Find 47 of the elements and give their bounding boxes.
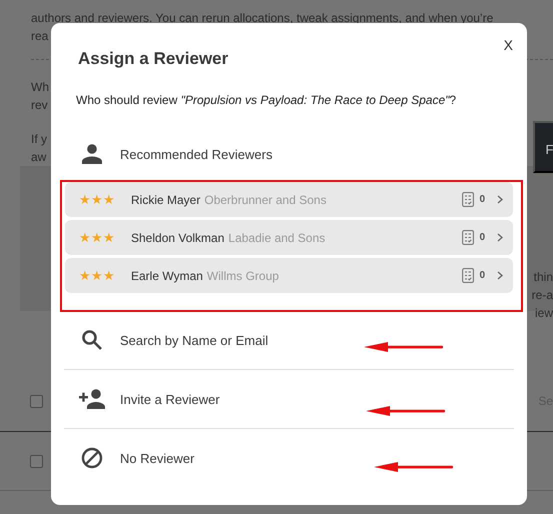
- reviewer-item[interactable]: ★★★ Rickie Mayer Oberbrunner and Sons 0: [65, 182, 513, 217]
- dialog-title: Assign a Reviewer: [77, 48, 228, 69]
- star-icon: ★: [79, 269, 91, 282]
- dialog-question: Who should review "Propulsion vs Payload: The Race to Deep Space"?: [76, 93, 458, 107]
- body-text: If y: [31, 131, 48, 148]
- star-icon: ★: [103, 269, 115, 282]
- action-button[interactable]: F: [533, 121, 553, 173]
- reviewer-affiliation: Willms Group: [206, 268, 279, 282]
- star-icon: ★: [91, 193, 103, 206]
- body-text: rev: [31, 97, 48, 114]
- reviewer-affiliation: Labadie and Sons: [228, 230, 326, 244]
- reviewer-name: Sheldon Volkman: [131, 230, 224, 244]
- star-icon: ★: [79, 193, 91, 206]
- prohibited-icon: [81, 447, 103, 469]
- reviewer-item[interactable]: ★★★ Sheldon Volkman Labadie and Sons 0: [65, 220, 513, 255]
- star-icon: ★: [79, 231, 91, 244]
- person-icon: [82, 144, 102, 164]
- assignment-count: 0: [479, 194, 485, 205]
- panel-text: thin: [534, 269, 553, 286]
- checklist-icon: [462, 268, 474, 283]
- close-button[interactable]: X: [504, 37, 513, 53]
- reviewer-item[interactable]: ★★★ Earle Wyman Willms Group 0: [65, 258, 513, 293]
- body-text: rea: [31, 28, 48, 45]
- chevron-right-icon: [497, 233, 503, 242]
- body-text: Wh: [31, 79, 49, 96]
- star-icon: ★: [91, 231, 103, 244]
- search-icon: [81, 329, 103, 351]
- reviewer-name: Rickie Mayer: [131, 192, 200, 206]
- reviewer-name: Earle Wyman: [131, 268, 203, 282]
- star-icon: ★: [103, 193, 115, 206]
- checkbox[interactable]: [30, 394, 43, 408]
- panel-text: re-a: [532, 287, 553, 304]
- checkbox[interactable]: [30, 454, 43, 468]
- add-person-icon: [78, 389, 106, 409]
- assignment-count: 0: [479, 270, 485, 281]
- body-text: aw: [31, 149, 46, 166]
- star-icon: ★: [103, 231, 115, 244]
- body-text: authors and reviewers. You can rerun allocations, tweak assignments, and when you’re: [31, 10, 494, 27]
- section-heading: Recommended Reviewers: [120, 146, 272, 162]
- checklist-icon: [462, 192, 474, 207]
- star-icon: ★: [91, 269, 103, 282]
- chevron-right-icon: [497, 271, 503, 280]
- assignment-count: 0: [479, 232, 485, 243]
- checklist-icon: [462, 230, 474, 245]
- reviewer-affiliation: Oberbrunner and Sons: [204, 192, 326, 206]
- chevron-right-icon: [497, 195, 503, 204]
- panel-text: iew: [534, 305, 553, 322]
